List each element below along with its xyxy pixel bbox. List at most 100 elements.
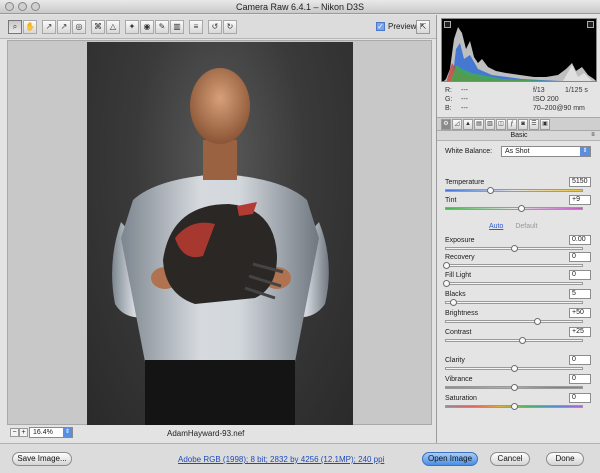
straighten-tool[interactable]: △: [106, 20, 120, 34]
default-link[interactable]: Default: [515, 223, 537, 230]
zoom-level-select[interactable]: 16.4% ⇕: [29, 427, 73, 438]
rotate-cw-tool[interactable]: ↻: [223, 20, 237, 34]
zoom-tool[interactable]: ⌕: [8, 20, 22, 34]
done-button[interactable]: Done: [546, 452, 584, 466]
recovery-slider[interactable]: [443, 262, 583, 269]
fill-light-value-field[interactable]: 0: [569, 270, 591, 280]
recovery-value-field[interactable]: 0: [569, 252, 591, 262]
auto-link[interactable]: Auto: [489, 223, 503, 230]
image-canvas[interactable]: [7, 40, 432, 425]
color-sampler-tool[interactable]: ↗: [57, 20, 71, 34]
shadow-clipping-icon[interactable]: [444, 21, 451, 28]
spot-removal-tool[interactable]: ✦: [125, 20, 139, 34]
clarity-slider[interactable]: [445, 365, 583, 372]
exposure-value-field[interactable]: 0.00: [569, 235, 591, 245]
blacks-control: Blacks 5: [445, 289, 595, 307]
clarity-value-field[interactable]: 0: [569, 355, 591, 365]
graduated-filter-tool[interactable]: ▥: [170, 20, 184, 34]
minimize-window-button[interactable]: [18, 2, 27, 11]
r-label: R:: [445, 87, 452, 94]
vibrance-slider-thumb[interactable]: [511, 384, 518, 391]
saturation-value-field[interactable]: 0: [569, 393, 591, 403]
blacks-slider-thumb[interactable]: [449, 299, 457, 306]
zoom-out-button[interactable]: −: [10, 428, 19, 437]
tab-snapshots[interactable]: ▣: [540, 119, 550, 130]
adjustment-brush-tool[interactable]: ✎: [155, 20, 169, 34]
tab-basic[interactable]: ⚙: [441, 119, 451, 130]
tab-detail[interactable]: ▲: [463, 119, 473, 130]
preview-checkbox[interactable]: ✓: [376, 22, 385, 31]
saturation-slider-thumb[interactable]: [511, 403, 518, 410]
tab-tone-curve[interactable]: ◿: [452, 119, 462, 130]
iso-value: ISO 200: [533, 96, 559, 103]
tint-value-field[interactable]: +9: [569, 195, 591, 205]
tint-slider[interactable]: [445, 205, 583, 212]
exposure-label: Exposure: [445, 237, 475, 244]
targeted-adjustment-icon: ◎: [75, 22, 83, 31]
blacks-slider[interactable]: [445, 299, 583, 306]
football-player-photo: [112, 68, 329, 425]
blacks-value-field[interactable]: 5: [569, 289, 591, 299]
clarity-slider-thumb[interactable]: [511, 365, 518, 372]
saturation-slider[interactable]: [445, 403, 583, 410]
tab-lens-corrections[interactable]: ◫: [496, 119, 506, 130]
close-window-button[interactable]: [5, 2, 14, 11]
fill-light-slider[interactable]: [443, 280, 583, 287]
open-image-button[interactable]: Open Image: [422, 452, 478, 466]
tab-split-toning[interactable]: ▥: [485, 119, 495, 130]
brightness-slider-thumb[interactable]: [534, 318, 542, 325]
temperature-value-field[interactable]: 5150: [569, 177, 591, 187]
preferences-tool[interactable]: ≡: [189, 20, 203, 34]
rgb-readout: R: --- G: --- B: ---: [445, 86, 477, 113]
saturation-label: Saturation: [445, 395, 477, 402]
panel-section-title: Basic ≡: [437, 131, 600, 141]
contrast-value-field[interactable]: +25: [569, 327, 591, 337]
vibrance-value-field[interactable]: 0: [569, 374, 591, 384]
white-balance-select[interactable]: As Shot ⇕: [501, 146, 591, 157]
vibrance-slider[interactable]: [445, 384, 583, 391]
toolbar: ⌕ ✋ ↗ ↗ ◎ ⌘ △ ✦ ◉ ✎ ▥ ≡ ↺ ↻ ✓ Preview ⇱: [0, 15, 436, 39]
fill-light-slider-thumb[interactable]: [443, 280, 450, 287]
fill-light-control: Fill Light 0: [443, 270, 595, 288]
exposure-slider[interactable]: [445, 245, 583, 252]
exposure-slider-thumb[interactable]: [511, 245, 518, 252]
highlight-clipping-icon[interactable]: [587, 21, 594, 28]
red-eye-tool[interactable]: ◉: [140, 20, 154, 34]
cancel-button[interactable]: Cancel: [490, 452, 530, 466]
temperature-slider-thumb[interactable]: [486, 187, 494, 194]
rotate-ccw-tool[interactable]: ↺: [208, 20, 222, 34]
contrast-label: Contrast: [445, 329, 472, 336]
blacks-label: Blacks: [445, 291, 466, 298]
tab-presets[interactable]: ☰: [529, 119, 539, 130]
zoom-in-button[interactable]: +: [19, 428, 28, 437]
b-value: ---: [461, 105, 468, 112]
rotate-ccw-icon: ↺: [211, 22, 219, 31]
adjustment-panel: R: --- G: --- B: --- f/13 1/125 s ISO 200 7…: [436, 15, 600, 443]
shutter-value: 1/125 s: [564, 87, 588, 94]
preview-toggle[interactable]: ✓ Preview: [376, 22, 416, 31]
brightness-value-field[interactable]: +50: [569, 308, 591, 318]
contrast-slider[interactable]: [445, 337, 583, 344]
panel-menu-icon[interactable]: ≡: [589, 132, 597, 139]
vibrance-label: Vibrance: [445, 376, 473, 383]
fullscreen-button[interactable]: ⇱: [416, 20, 430, 34]
crop-tool[interactable]: ⌘: [91, 20, 105, 34]
tab-hsl[interactable]: ▤: [474, 119, 484, 130]
temperature-slider[interactable]: [445, 187, 583, 194]
fullscreen-icon: ⇱: [419, 22, 427, 31]
hand-tool[interactable]: ✋: [23, 20, 37, 34]
save-image-button[interactable]: Save Image...: [12, 452, 72, 466]
g-value: ---: [461, 96, 468, 103]
contrast-slider-thumb[interactable]: [519, 337, 527, 344]
tint-slider-thumb[interactable]: [517, 205, 525, 212]
targeted-adjustment-tool[interactable]: ◎: [72, 20, 86, 34]
zoom-window-button[interactable]: [31, 2, 40, 11]
tab-effects[interactable]: ƒ: [507, 119, 517, 130]
workflow-options-link[interactable]: Adobe RGB (1998); 8 bit; 2832 by 4256 (1…: [178, 455, 384, 464]
tab-camera-calibration[interactable]: ◙: [518, 119, 528, 130]
b-label: B:: [445, 105, 452, 112]
white-balance-tool[interactable]: ↗: [42, 20, 56, 34]
brightness-slider[interactable]: [445, 318, 583, 325]
snapshots-icon: ▣: [542, 121, 548, 127]
recovery-slider-thumb[interactable]: [443, 262, 450, 269]
